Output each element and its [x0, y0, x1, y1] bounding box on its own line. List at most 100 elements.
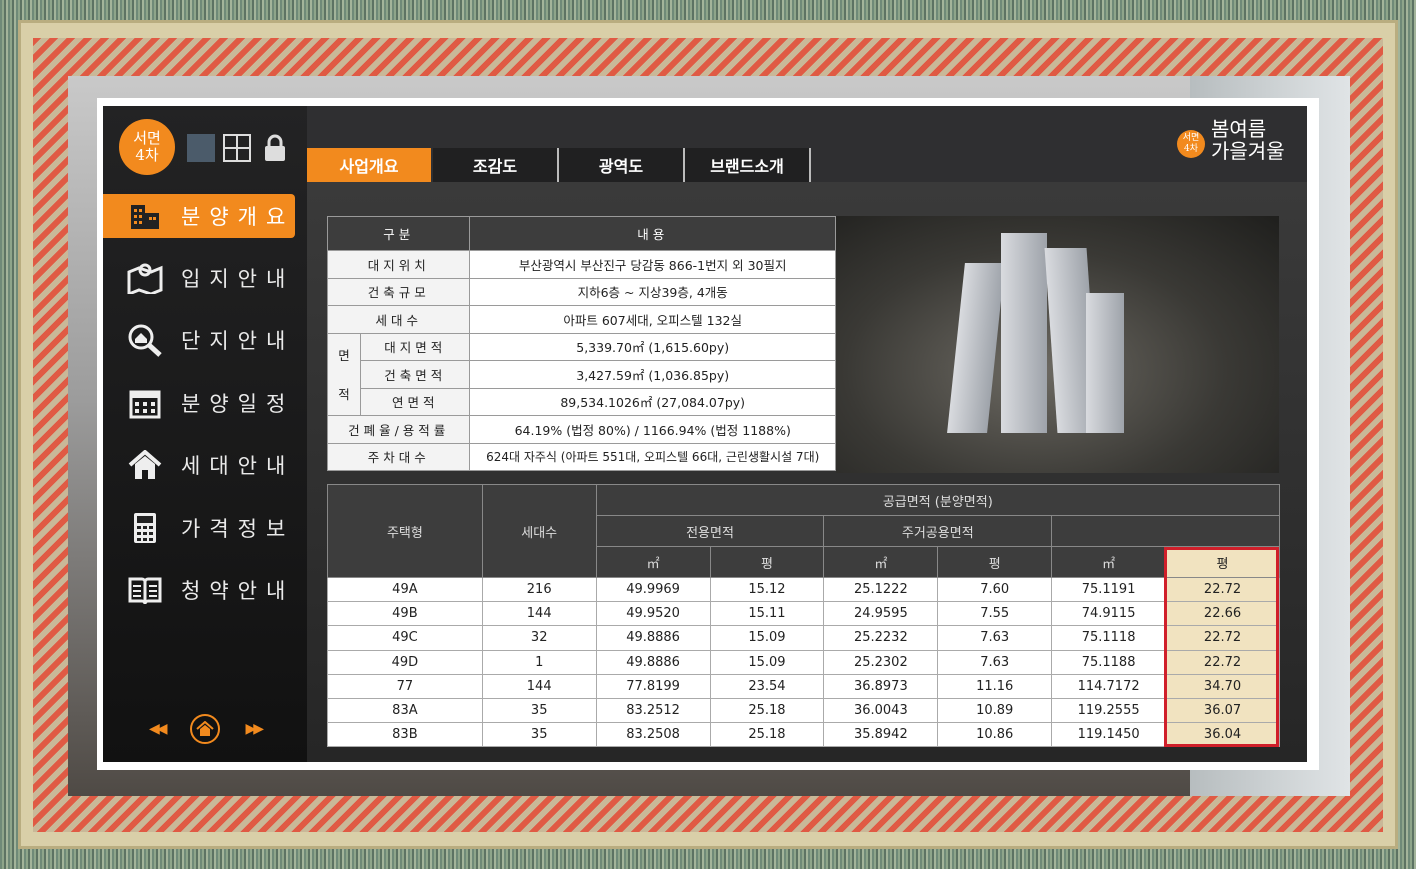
row-label: 세대수 [326, 305, 471, 334]
table-cell: 75.1118 [1051, 625, 1167, 651]
area-group-line1: 면 [338, 348, 350, 364]
table-cell: 15.09 [709, 625, 825, 651]
table-row: 83A 35 83.2512 25.18 36.0043 10.89 119.2555 36.… [327, 697, 1280, 724]
table-row: 건폐율/용적률 64.19% (법정 80%) / 1166.94% (법정 1… [326, 415, 836, 444]
table-cell: 49.9969 [595, 576, 711, 603]
table-cell: 83B [327, 722, 483, 748]
table-cell: 7.55 [937, 601, 1053, 627]
header-common-area: 주거공용면적 [823, 515, 1053, 547]
table-cell: 10.89 [937, 697, 1053, 724]
overview-table: 구분 내용 대지위치 부산광역시 부산진구 당감동 866-1번지 외 30필지… [326, 216, 836, 471]
table-cell: 7.60 [937, 576, 1053, 603]
table-cell: 75.1188 [1051, 649, 1167, 675]
table-cell: 32 [481, 625, 597, 651]
header-content: 내용 [469, 216, 836, 251]
area-table-body: 49A 216 49.9969 15.12 25.1222 7.60 75.1191 22.7… [327, 576, 1280, 748]
table-cell: 10.86 [937, 722, 1053, 748]
table-cell: 23.54 [709, 673, 825, 699]
table-row: 49C 32 49.8886 15.09 25.2232 7.63 75.1118 22.72 [327, 625, 1280, 651]
sidebar-item-price[interactable]: 가격정보 [103, 506, 307, 550]
sidebar-item-complex[interactable]: 단지안내 [103, 318, 307, 362]
next-button[interactable]: ▶▶ [245, 721, 263, 737]
row-label: 건폐율/용적률 [326, 415, 471, 444]
tab-bird-eye-view[interactable]: 조감도 [433, 148, 559, 182]
table-cell: 15.12 [709, 576, 825, 603]
table-row: 77 144 77.8199 23.54 36.8973 11.16 114.7172 34.… [327, 673, 1280, 699]
sidebar-item-label: 분양개요 [181, 205, 295, 229]
table-cell: 7.63 [937, 625, 1053, 651]
square-icon[interactable] [187, 134, 215, 162]
area-table: 주택형 세대수 공급면적 (분양면적) 전용면적 주거공용면적 ㎡ 평 ㎡ 평 … [327, 484, 1281, 748]
table-cell: 49D [327, 649, 483, 675]
logo-line2: 4차 [135, 146, 159, 164]
table-cell: 25.18 [709, 697, 825, 724]
table-row: 건축면적 3,427.59㎡ (1,036.85py) [328, 360, 836, 389]
table-cell: 1 [481, 649, 597, 675]
prev-button[interactable]: ◀◀ [149, 721, 167, 737]
table-row: 49A 216 49.9969 15.12 25.1222 7.60 75.1191 22.7… [327, 576, 1280, 603]
table-cell: 25.18 [709, 722, 825, 748]
tab-regional-map[interactable]: 광역도 [559, 148, 685, 182]
table-cell: 35 [481, 697, 597, 724]
sidebar-item-label: 청약안내 [181, 579, 295, 603]
row-value: 64.19% (법정 80%) / 1166.94% (법정 1188%) [469, 415, 836, 444]
grid-icon[interactable] [223, 134, 251, 162]
sidebar-item-sales-overview[interactable]: 분양개요 [103, 194, 295, 238]
home-button[interactable] [190, 714, 220, 744]
row-value: 624대 자주식 (아파트 551대, 오피스텔 66대, 근린생활시설 7대) [469, 442, 836, 471]
home-icon [196, 721, 214, 736]
brand-name-line2: 가을겨울 [1211, 139, 1285, 163]
magnifier-home-icon [123, 322, 167, 358]
sidebar-item-location[interactable]: 입지안내 [103, 256, 307, 300]
table-row: 주차대수 624대 자주식 (아파트 551대, 오피스텔 66대, 근린생활시… [326, 442, 836, 471]
row-value: 89,534.1026㎡ (27,084.07py) [469, 387, 836, 416]
table-cell: 24.9595 [823, 601, 939, 627]
tab-business-overview[interactable]: 사업개요 [307, 148, 433, 182]
table-row: 49D 1 49.8886 15.09 25.2302 7.63 75.1188 22.72 [327, 649, 1280, 675]
logo[interactable]: 서면 4차 [119, 119, 175, 175]
sidebar-item-unit[interactable]: 세대안내 [103, 443, 307, 487]
table-cell: 22.66 [1165, 601, 1280, 627]
table-cell: 119.2555 [1051, 697, 1167, 724]
table-cell: 25.1222 [823, 576, 939, 603]
table-row: 49B 144 49.9520 15.11 24.9595 7.55 74.9115 22.6… [327, 601, 1280, 627]
row-value: 5,339.70㎡ (1,615.60py) [469, 332, 836, 361]
unit-py: 평 [937, 546, 1053, 578]
row-value: 아파트 607세대, 오피스텔 132실 [469, 305, 836, 334]
row-label: 연면적 [359, 387, 471, 416]
header-supply-area: 공급면적 (분양면적) [595, 484, 1281, 516]
building-icon [123, 198, 167, 234]
table-cell: 36.8973 [823, 673, 939, 699]
table-cell: 119.1450 [1051, 722, 1167, 748]
sidebar-item-schedule[interactable]: 분양일정 [103, 381, 307, 425]
row-label: 주차대수 [326, 442, 471, 471]
tab-brand-intro[interactable]: 브랜드소개 [685, 148, 811, 182]
table-cell: 77 [327, 673, 483, 699]
table-row: 면 적 대지면적 5,339.70㎡ (1,615.60py) [327, 332, 836, 416]
table-cell: 25.2302 [823, 649, 939, 675]
area-group-label: 면 적 [327, 332, 361, 416]
brand-logo: 서면 4차 봄여름 가을겨울 [1177, 114, 1297, 170]
table-cell: 22.72 [1165, 649, 1280, 675]
row-label: 건축면적 [359, 360, 471, 389]
table-cell: 49.9520 [595, 601, 711, 627]
table-cell: 83A [327, 697, 483, 724]
header-category: 구분 [326, 216, 471, 251]
map-icon [123, 260, 167, 296]
calculator-icon [123, 510, 167, 546]
row-value: 3,427.59㎡ (1,036.85py) [469, 360, 836, 389]
sidebar-item-label: 가격정보 [181, 517, 295, 541]
table-row: 세대수 아파트 607세대, 오피스텔 132실 [326, 305, 836, 334]
table-cell: 7.63 [937, 649, 1053, 675]
unit-m2: ㎡ [1051, 546, 1167, 578]
unit-m2: ㎡ [823, 546, 939, 578]
table-cell: 36.0043 [823, 697, 939, 724]
table-cell: 75.1191 [1051, 576, 1167, 603]
lock-icon[interactable] [263, 134, 287, 162]
sidebar-item-subscription[interactable]: 청약안내 [103, 568, 307, 612]
book-icon [123, 572, 167, 608]
header-blank [1051, 515, 1280, 547]
table-cell: 35.8942 [823, 722, 939, 748]
table-cell: 11.16 [937, 673, 1053, 699]
table-row: 건축규모 지하6층 ~ 지상39층, 4개동 [326, 277, 836, 306]
